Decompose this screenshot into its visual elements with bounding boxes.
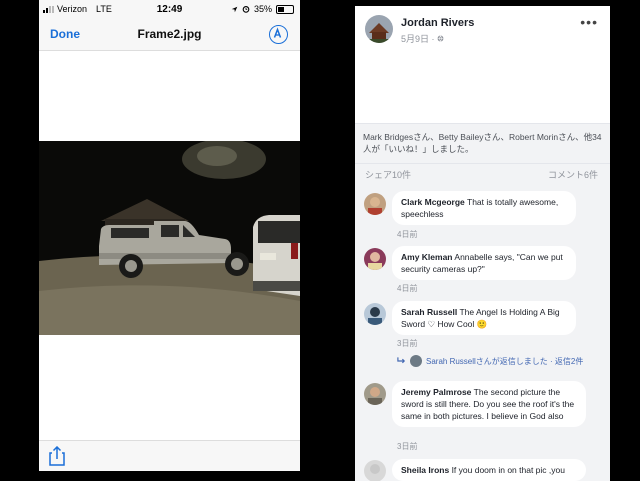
comment-text: If you doom in on that pic ,you [451,465,565,475]
comments-list: Clark Mcgeorge That is totally awesome, … [355,183,610,481]
night-photo [39,141,300,335]
commenter-name[interactable]: Clark Mcgeorge [401,197,465,207]
commenter-avatar[interactable] [364,193,386,215]
likes-text: Mark Bridgesさん、Betty Baileyさん、Robert Mor… [363,132,602,154]
share-icon[interactable] [49,446,65,466]
globe-icon [437,35,444,42]
shares-count[interactable]: シェア10件 [365,168,411,181]
comments-count[interactable]: コメント6件 [548,168,598,181]
replies-text: Sarah Russellさんが返信しました · 返信2件 [426,356,584,366]
battery-icon [276,4,294,14]
author-name[interactable]: Jordan Rivers [401,17,474,29]
commenter-name[interactable]: Sheila Irons [401,465,449,475]
post-header: Jordan Rivers 5月9日 · ••• [355,6,610,123]
nav-bar: Done Frame2.jpg [39,20,300,51]
facebook-post: Jordan Rivers 5月9日 · ••• Mark Bridgesさん、… [355,6,610,481]
counts-bar: シェア10件 コメント6件 [355,163,610,184]
post-date-text: 5月9日 · [401,34,438,44]
page-title: Frame2.jpg [137,27,202,41]
author-avatar[interactable] [365,15,393,43]
location-icon [231,6,238,12]
battery-percent: 35% [253,4,272,14]
more-options-icon[interactable]: ••• [580,14,598,30]
commenter-avatar[interactable] [364,383,386,405]
markup-icon[interactable] [269,25,288,44]
comment-bubble: Sarah Russell The Angel Is Holding A Big… [392,301,576,335]
status-bar: Verizon LTE 12:49 35% [39,0,300,20]
commenter-name[interactable]: Jeremy Palmrose [401,387,471,397]
reply-avatar [410,355,422,367]
commenter-name[interactable]: Sarah Russell [401,307,457,317]
comment-time: 4日前 [397,284,418,293]
likes-summary[interactable]: Mark Bridgesさん、Betty Baileyさん、Robert Mor… [355,123,610,164]
replies-link[interactable]: Sarah Russellさんが返信しました · 返信2件 [397,355,583,367]
photo-viewer: Verizon LTE 12:49 35% Done Frame2.jpg [39,0,300,471]
commenter-avatar[interactable] [364,248,386,270]
comment-time: 3日前 [397,442,418,451]
comment-bubble: Clark Mcgeorge That is totally awesome, … [392,191,576,225]
alarm-icon [242,6,250,13]
comment-time: 4日前 [397,230,418,239]
commenter-avatar[interactable] [364,460,386,481]
reply-arrow-icon [397,357,406,364]
comment-time: 3日前 [397,339,418,348]
bottom-toolbar [39,440,300,471]
comment-bubble: Amy Kleman Annabelle says, "Can we put s… [392,246,576,280]
comment-bubble: Sheila Irons If you doom in on that pic … [392,459,586,481]
comment-bubble: Jeremy Palmrose The second picture the s… [392,381,586,427]
commenter-avatar[interactable] [364,303,386,325]
post-date: 5月9日 · [401,32,444,45]
commenter-name[interactable]: Amy Kleman [401,252,453,262]
